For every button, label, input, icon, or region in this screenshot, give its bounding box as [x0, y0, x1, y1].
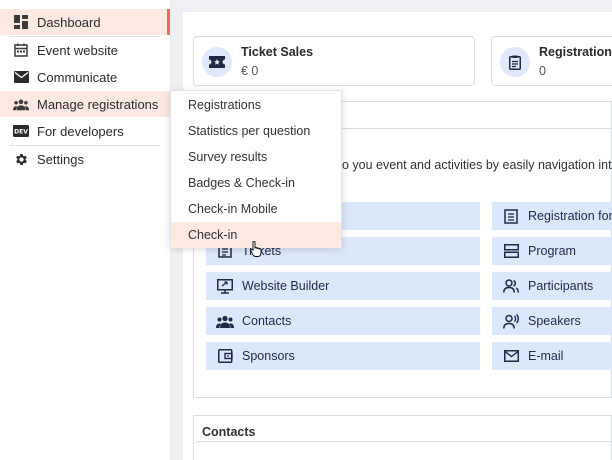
menu-item-survey-results[interactable]: Survey results — [171, 144, 341, 170]
sidebar-item-label: For developers — [37, 123, 124, 139]
contacts-icon — [216, 312, 234, 330]
tile-speakers[interactable]: Speakers — [492, 307, 612, 335]
program-icon — [502, 242, 520, 260]
menu-item-registrations[interactable]: Registrations — [171, 92, 341, 118]
tile-website-builder[interactable]: Website Builder — [206, 272, 480, 300]
tile-contacts[interactable]: Contacts — [206, 307, 480, 335]
participants-icon — [502, 277, 520, 295]
stat-card-registrations: Registrations 0 — [491, 36, 612, 86]
people-icon — [13, 96, 29, 112]
sidebar-item-dashboard[interactable]: Dashboard — [0, 9, 170, 35]
mail-icon — [502, 347, 520, 365]
divider — [196, 441, 612, 442]
stat-title: Ticket Sales — [241, 45, 314, 59]
tile-label: Participants — [528, 279, 594, 293]
sidebar-item-settings[interactable]: Settings — [0, 146, 170, 172]
sidebar-item-label: Settings — [37, 151, 84, 167]
dashboard-icon — [13, 14, 29, 30]
sidebar: Dashboard Event website Communicate Mana… — [0, 0, 170, 460]
contacts-title: Contacts — [202, 425, 256, 439]
hand-cursor-icon — [250, 240, 262, 262]
menu-item-badges-check-in[interactable]: Badges & Check-in — [171, 170, 341, 196]
sidebar-item-communicate[interactable]: Communicate — [0, 64, 170, 90]
speaker-icon — [502, 312, 520, 330]
sidebar-item-for-developers[interactable]: DEV For developers — [0, 118, 170, 144]
clipboard-icon — [500, 47, 530, 77]
gear-icon — [13, 151, 29, 167]
ticket-icon — [202, 47, 232, 77]
stat-card-ticket-sales: Ticket Sales € 0 — [193, 36, 475, 86]
sidebar-item-manage-registrations[interactable]: Manage registrations — [0, 91, 170, 117]
calendar-icon — [13, 42, 29, 58]
tile-sponsors[interactable]: Sponsors — [206, 342, 480, 370]
tile-label: Sponsors — [242, 349, 295, 363]
manage-registrations-menu: Registrations Statistics per question Su… — [170, 90, 342, 248]
monitor-icon — [216, 277, 234, 295]
sidebar-item-label: Event website — [37, 42, 118, 58]
sidebar-item-label: Dashboard — [37, 14, 101, 30]
sidebar-item-event-website[interactable]: Event website — [0, 37, 170, 63]
menu-item-check-in-mobile[interactable]: Check-in Mobile — [171, 196, 341, 222]
dev-icon: DEV — [13, 123, 29, 139]
tile-participants[interactable]: Participants — [492, 272, 612, 300]
sidebar-item-label: Communicate — [37, 69, 118, 85]
contacts-section — [193, 415, 612, 460]
tile-label: Program — [528, 244, 576, 258]
svg-text:DEV: DEV — [14, 129, 28, 136]
tile-registration-form[interactable]: Registration for — [492, 202, 612, 230]
tile-label: Website Builder — [242, 279, 330, 293]
stat-title: Registrations — [539, 45, 612, 59]
form-icon — [502, 207, 520, 225]
tile-label: E-mail — [528, 349, 564, 363]
intro-text: o you event and activities by easily nav… — [342, 158, 612, 172]
tile-program[interactable]: Program — [492, 237, 612, 265]
mail-icon — [13, 69, 29, 85]
stat-value: € 0 — [241, 64, 259, 78]
tile-label: Speakers — [528, 314, 581, 328]
sidebar-item-label: Manage registrations — [37, 96, 159, 112]
tile-label: Contacts — [242, 314, 292, 328]
wallet-icon — [216, 347, 234, 365]
menu-item-statistics-per-question[interactable]: Statistics per question — [171, 118, 341, 144]
tile-email[interactable]: E-mail — [492, 342, 612, 370]
stat-value: 0 — [539, 64, 546, 78]
tile-label: Registration for — [528, 209, 612, 223]
